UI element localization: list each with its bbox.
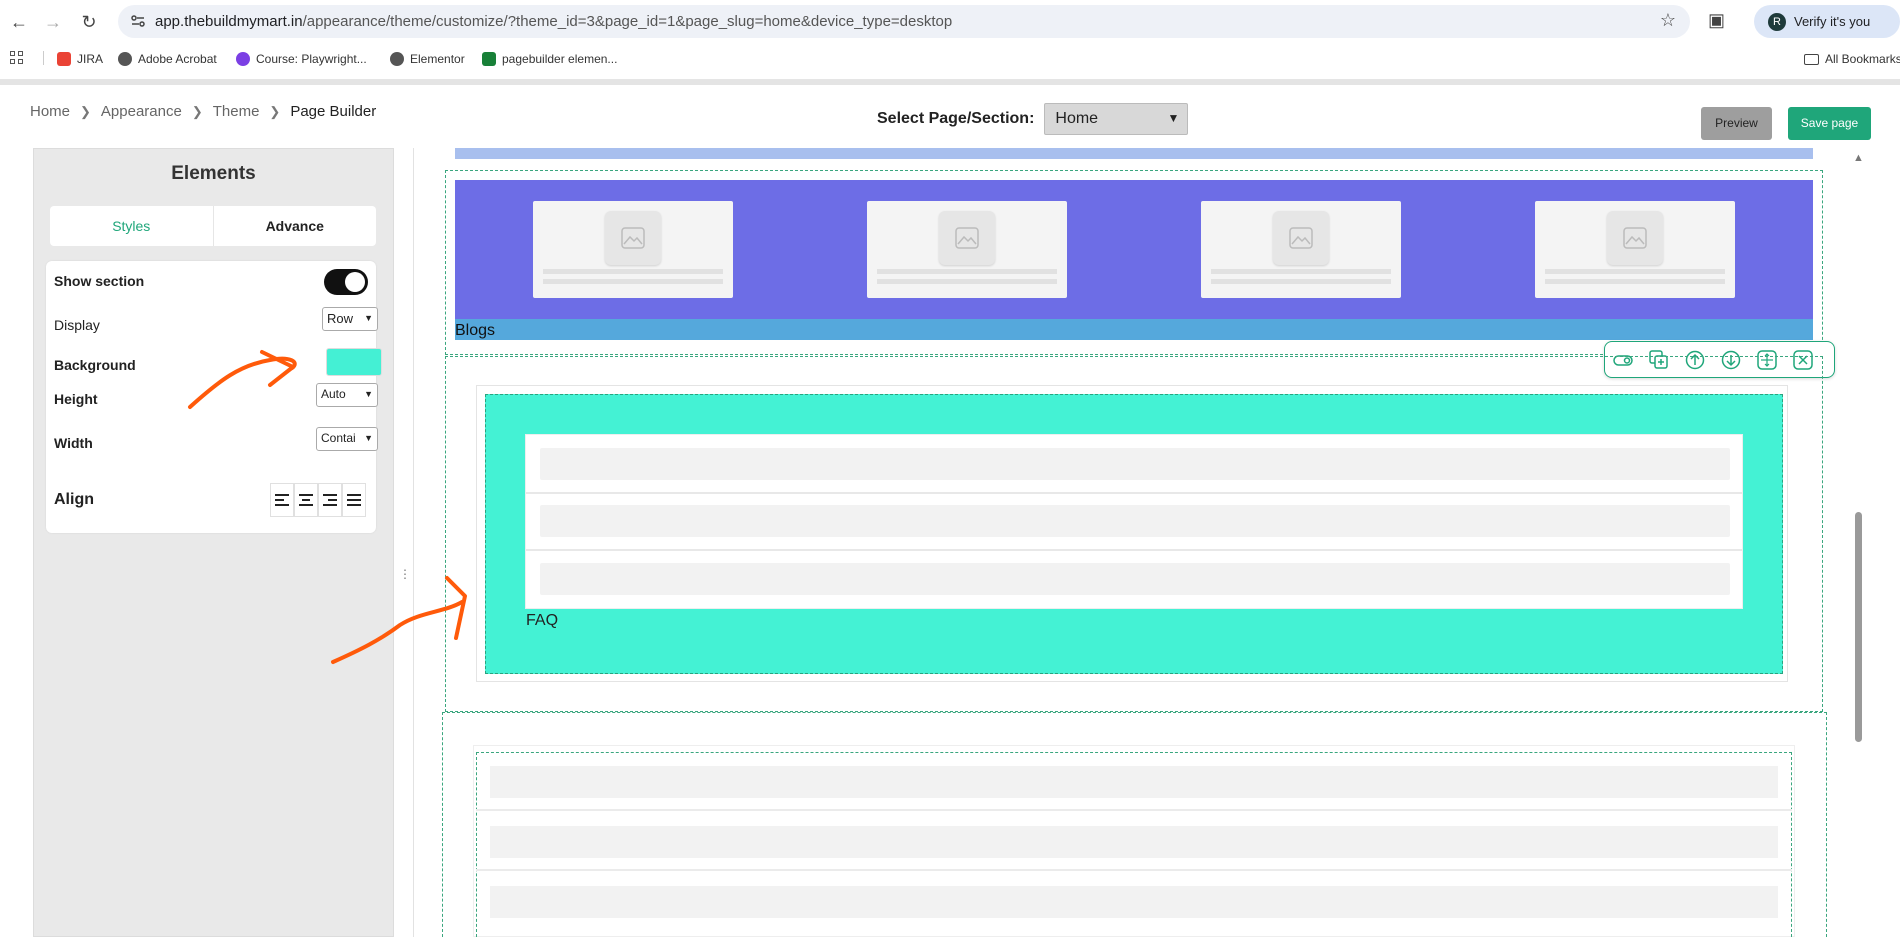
breadcrumb-page-builder: Page Builder <box>290 103 377 120</box>
faq-item[interactable] <box>540 505 1730 537</box>
faq-item[interactable] <box>540 448 1730 480</box>
scrollbar-thumb[interactable] <box>1855 512 1862 742</box>
image-placeholder-icon <box>939 211 995 265</box>
blog-card[interactable] <box>1535 201 1735 298</box>
chevron-down-icon: ▼ <box>364 389 373 399</box>
image-placeholder-icon <box>1273 211 1329 265</box>
list-item[interactable] <box>490 826 1778 858</box>
align-buttons <box>270 483 366 517</box>
bookmark-course-playwright[interactable]: Course: Playwright... <box>236 50 367 68</box>
chevron-right-icon: ❯ <box>269 103 281 119</box>
height-select[interactable]: Auto ▼ <box>316 383 378 407</box>
page-divider <box>0 80 1900 85</box>
sheets-icon <box>482 52 496 66</box>
faq-divider <box>526 492 1742 494</box>
width-label: Width <box>54 435 93 451</box>
panel-tabs: Styles Advance <box>50 206 376 246</box>
faq-section-label: FAQ <box>526 612 559 629</box>
align-label: Align <box>54 491 94 508</box>
bookmark-adobe-acrobat[interactable]: Adobe Acrobat <box>118 50 217 68</box>
align-justify-icon[interactable] <box>342 483 366 517</box>
chevron-down-icon: ▼ <box>364 313 373 323</box>
blog-card[interactable] <box>533 201 733 298</box>
forward-icon[interactable]: → <box>42 11 64 33</box>
all-bookmarks[interactable]: All Bookmarks <box>1804 50 1900 68</box>
apps-grid-icon[interactable] <box>10 51 24 65</box>
list-item[interactable] <box>490 886 1778 918</box>
faq-item[interactable] <box>540 563 1730 595</box>
back-icon[interactable]: ← <box>8 11 30 33</box>
gmail-icon <box>57 52 71 66</box>
list-divider <box>476 809 1792 811</box>
bookmark-pagebuilder[interactable]: pagebuilder elemen... <box>482 50 617 68</box>
blog-card[interactable] <box>867 201 1067 298</box>
chevron-right-icon: ❯ <box>191 103 203 119</box>
image-placeholder-icon <box>605 211 661 265</box>
reload-icon[interactable]: ↻ <box>78 11 100 33</box>
background-label: Background <box>54 357 136 373</box>
site-settings-icon[interactable] <box>130 13 146 29</box>
display-label: Display <box>54 317 100 333</box>
page-select-label: Select Page/Section: <box>877 110 1035 127</box>
folder-icon <box>1804 53 1819 65</box>
align-right-icon[interactable] <box>318 483 342 517</box>
align-center-icon[interactable] <box>294 483 318 517</box>
show-section-toggle[interactable] <box>324 269 368 295</box>
bookmark-jira[interactable]: JIRA <box>57 50 103 68</box>
chevron-down-icon: ▼ <box>1167 111 1180 125</box>
extensions-icon[interactable]: ▣ <box>1708 10 1725 31</box>
globe-icon <box>390 52 404 66</box>
address-bar[interactable]: app.thebuildmymart.in/appearance/theme/c… <box>118 5 1690 38</box>
breadcrumb: Home ❯ Appearance ❯ Theme ❯ Page Builder <box>30 103 376 120</box>
course-icon <box>236 52 250 66</box>
bookmark-star-icon[interactable]: ☆ <box>1660 10 1676 31</box>
avatar: R <box>1768 13 1786 31</box>
blogs-label-bar <box>455 319 1813 340</box>
profile-label: Verify it's you <box>1794 14 1871 29</box>
show-section-label: Show section <box>54 273 145 289</box>
list-divider <box>476 869 1792 871</box>
preview-button[interactable]: Preview <box>1701 107 1772 140</box>
page-select-group: Select Page/Section: Home ▼ <box>877 103 1189 135</box>
style-properties: Show section Display Row ▼ Background Hei… <box>46 261 382 533</box>
scroll-up-icon[interactable]: ▲ <box>1853 152 1864 164</box>
list-item[interactable] <box>490 766 1778 798</box>
align-left-icon[interactable] <box>270 483 294 517</box>
bookmark-separator <box>43 51 44 65</box>
breadcrumb-appearance[interactable]: Appearance <box>101 103 182 120</box>
breadcrumb-home[interactable]: Home <box>30 103 70 120</box>
height-label: Height <box>54 391 98 407</box>
faq-divider <box>526 549 1742 551</box>
elements-panel: Elements Styles Advance Show section Dis… <box>33 148 394 937</box>
image-placeholder-icon <box>1607 211 1663 265</box>
breadcrumb-theme[interactable]: Theme <box>213 103 260 120</box>
panel-resize-handle[interactable]: ⋮ <box>399 567 411 581</box>
globe-icon <box>118 52 132 66</box>
previous-section-strip <box>455 148 1813 159</box>
background-color-picker[interactable] <box>326 348 382 376</box>
chevron-right-icon: ❯ <box>80 103 91 119</box>
chevron-down-icon: ▼ <box>364 433 373 443</box>
blogs-section-label: Blogs <box>455 322 496 339</box>
faq-list <box>525 434 1743 609</box>
browser-chrome: ← → ↻ app.thebuildmymart.in/appearance/t… <box>0 0 1900 80</box>
width-select[interactable]: Contai ▼ <box>316 427 378 451</box>
blog-card[interactable] <box>1201 201 1401 298</box>
page-select[interactable]: Home ▼ <box>1044 103 1189 135</box>
tab-advance[interactable]: Advance <box>214 206 377 246</box>
tab-styles[interactable]: Styles <box>50 206 214 246</box>
panel-title: Elements <box>171 163 256 184</box>
save-page-button[interactable]: Save page <box>1788 107 1871 140</box>
display-select[interactable]: Row ▼ <box>322 307 378 331</box>
url-text: app.thebuildmymart.in/appearance/theme/c… <box>155 13 953 30</box>
bookmark-elementor[interactable]: Elementor <box>390 50 465 68</box>
profile-button[interactable]: R Verify it's you <box>1754 5 1900 38</box>
